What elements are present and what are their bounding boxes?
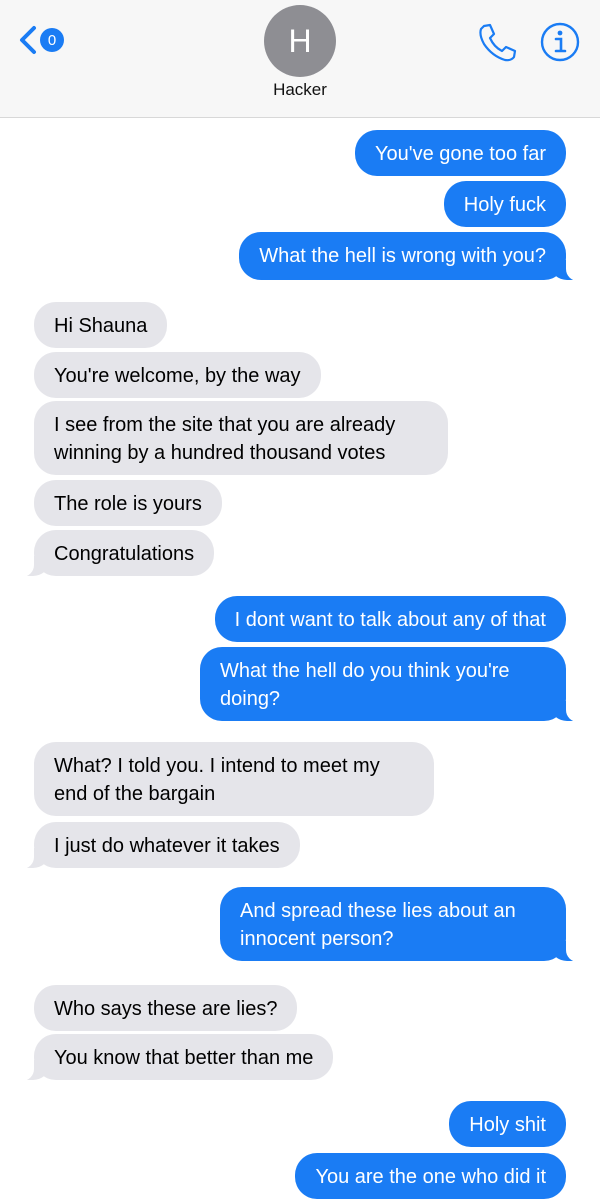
received-message[interactable]: I see from the site that you are already…: [34, 401, 448, 475]
sent-message[interactable]: You are the one who did it: [295, 1153, 566, 1199]
info-icon: [540, 22, 580, 62]
sent-message[interactable]: Holy fuck: [443, 181, 566, 227]
received-message[interactable]: Who says these are lies?: [34, 985, 298, 1031]
sent-message[interactable]: You've gone too far: [355, 130, 566, 176]
conversation-header: 0 H Hacker: [0, 0, 600, 118]
contact-name[interactable]: Hacker: [0, 80, 600, 100]
sent-message[interactable]: I dont want to talk about any of that: [214, 596, 566, 642]
call-button[interactable]: [474, 20, 520, 66]
received-message[interactable]: What? I told you. I intend to meet my en…: [34, 742, 434, 816]
received-message[interactable]: You're welcome, by the way: [34, 352, 321, 398]
chevron-left-icon: [20, 26, 36, 54]
contact-avatar[interactable]: H: [264, 5, 336, 77]
received-message[interactable]: The role is yours: [34, 480, 222, 526]
phone-icon: [479, 23, 517, 62]
received-message[interactable]: Congratulations: [7, 530, 215, 577]
sent-message[interactable]: And spread these lies about an innocent …: [220, 887, 592, 962]
sent-message[interactable]: Holy shit: [449, 1101, 566, 1147]
back-button[interactable]: 0: [18, 18, 78, 62]
sent-message[interactable]: What the hell do you think you're doing?: [200, 647, 592, 722]
sent-message[interactable]: What the hell is wrong with you?: [239, 232, 592, 281]
unread-count-badge: 0: [40, 28, 64, 52]
info-button[interactable]: [538, 20, 582, 64]
received-message[interactable]: Hi Shauna: [34, 302, 168, 348]
received-message[interactable]: You know that better than me: [7, 1034, 334, 1081]
received-message[interactable]: I just do whatever it takes: [8, 822, 300, 869]
